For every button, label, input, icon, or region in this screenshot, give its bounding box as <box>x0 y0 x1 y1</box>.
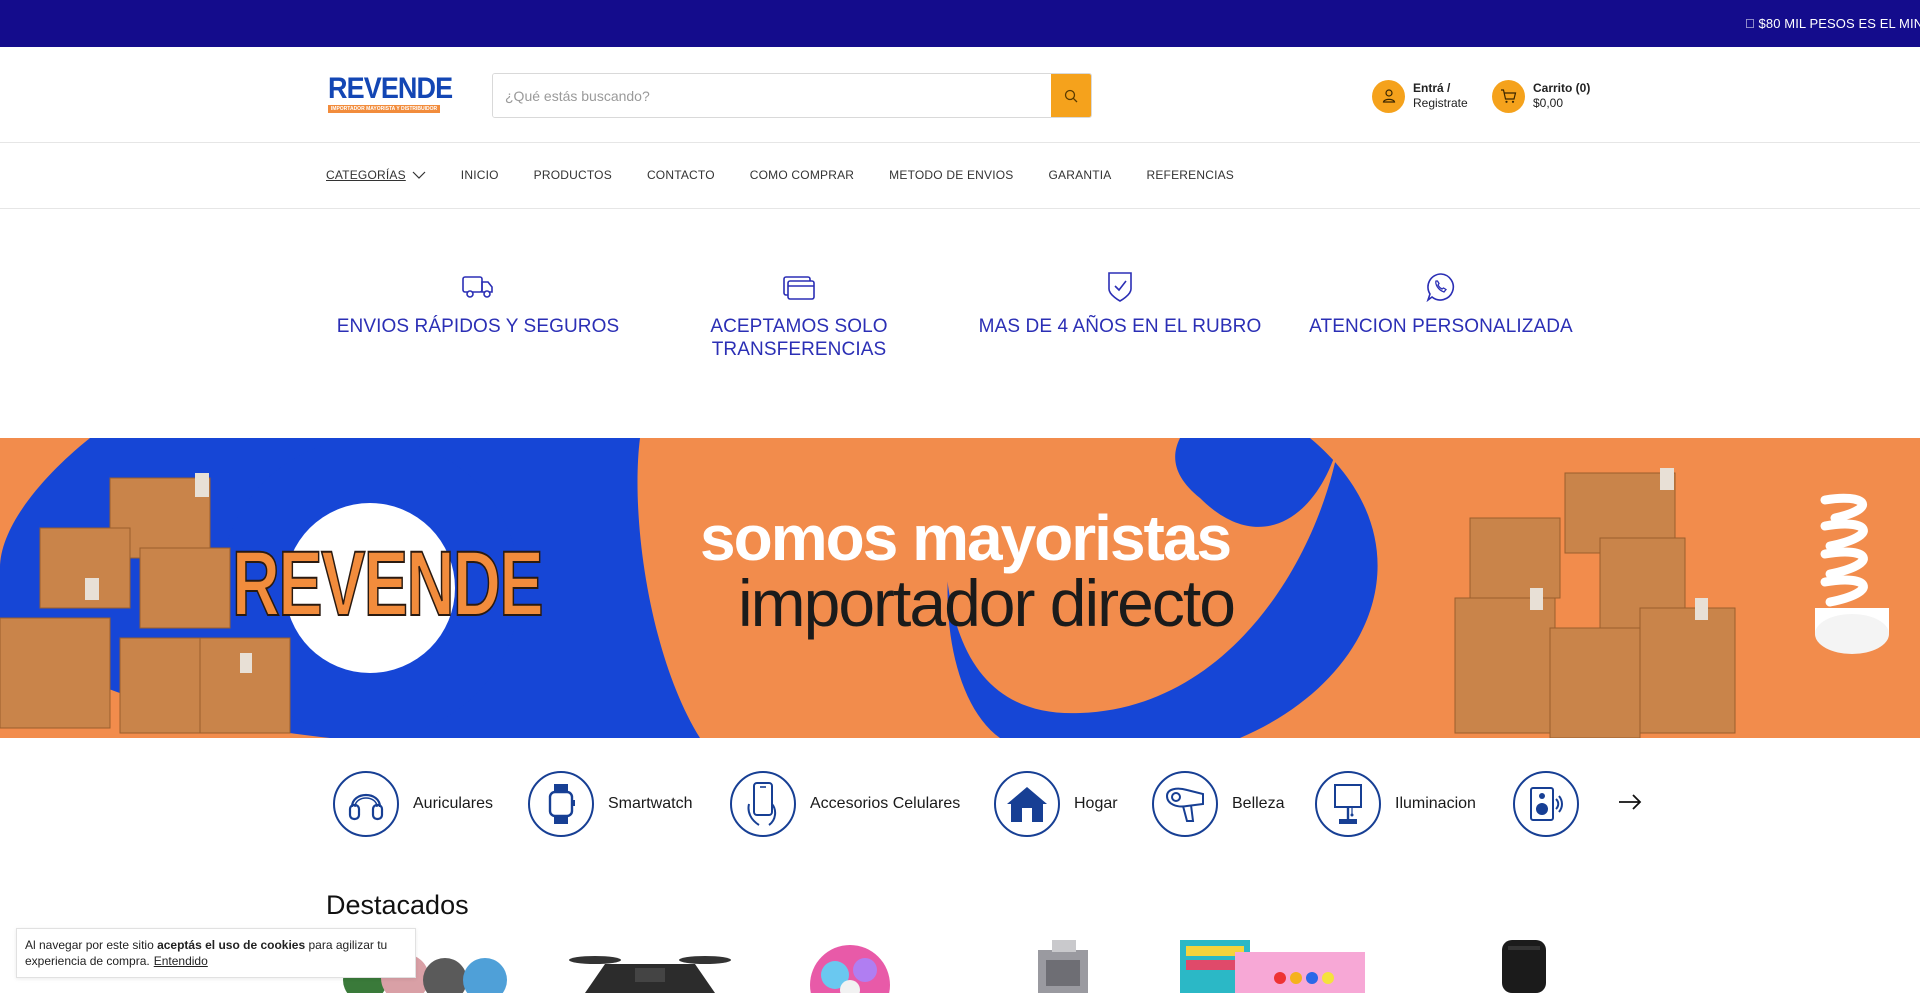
speaker-icon <box>1530 787 1563 821</box>
feature-title: ACEPTAMOS SOLO TRANSFERENCIAS <box>710 316 888 360</box>
product-image-speaker[interactable] <box>1500 940 1550 993</box>
category-hogar[interactable]: Hogar <box>994 771 1118 837</box>
feature-transferencias: ACEPTAMOS SOLO TRANSFERENCIAS <box>649 271 949 361</box>
shield-check-icon <box>1108 272 1132 302</box>
product-image-disco-ball[interactable] <box>795 940 905 993</box>
feature-envios: ENVIOS RÁPIDOS Y SEGUROS <box>328 271 628 338</box>
logo-wordmark: REVENDE <box>328 72 453 105</box>
banner-subheadline: importador directo <box>738 566 1236 640</box>
smartwatch-icon <box>548 784 575 824</box>
banner-headline: somos mayoristas <box>700 502 1232 574</box>
cookie-accept-link[interactable]: Entendido <box>154 954 208 968</box>
banner-brand: REVENDE <box>231 533 544 635</box>
headphones-icon <box>348 793 384 821</box>
site-header: REVENDE IMPORTADOR MAYORISTA Y DISTRIBUI… <box>0 47 1920 143</box>
logo-tagline: IMPORTADOR MAYORISTA Y DISTRIBUIDOR <box>328 105 440 113</box>
account-register-label: Registrate <box>1413 96 1468 110</box>
cart-total: $0,00 <box>1533 96 1564 110</box>
phone-hand-icon <box>747 782 777 826</box>
account-link[interactable]: Entrá / Registrate <box>1372 79 1468 113</box>
search-input[interactable] <box>493 74 1053 117</box>
lamp-icon <box>1334 784 1362 824</box>
feature-title: ATENCION PERSONALIZADA <box>1309 316 1573 337</box>
nav-inicio[interactable]: INICIO <box>461 168 499 182</box>
hero-banner[interactable]: REVENDE somos mayoristas importador dire… <box>0 438 1920 738</box>
site-logo[interactable]: REVENDE IMPORTADOR MAYORISTA Y DISTRIBUI… <box>328 72 453 113</box>
category-accesorios-celulares[interactable]: Accesorios Celulares <box>730 771 960 837</box>
search-bar <box>492 73 1092 118</box>
account-login-label: Entrá / <box>1413 81 1451 95</box>
feature-atencion: ATENCION PERSONALIZADA <box>1291 271 1591 338</box>
category-label: Belleza <box>1232 795 1285 812</box>
category-audio[interactable] <box>1513 771 1593 837</box>
cart-count-label: Carrito (0) <box>1533 81 1591 95</box>
user-icon <box>1372 79 1405 113</box>
truck-icon <box>462 276 493 298</box>
featured-title: Destacados <box>326 890 469 920</box>
category-label: Auriculares <box>413 795 494 812</box>
hairdryer-icon <box>1165 787 1204 822</box>
category-label: Hogar <box>1074 795 1118 812</box>
arrow-right-icon[interactable] <box>1616 788 1644 816</box>
category-carousel: Auriculares Smartwatch Accesorios Celula… <box>0 738 1920 868</box>
feature-title: MAS DE 4 AÑOS EN EL RUBRO <box>978 316 1262 337</box>
category-auriculares[interactable]: Auriculares <box>333 771 493 837</box>
nav-garantia[interactable]: GARANTIA <box>1049 168 1112 182</box>
product-image-drone[interactable] <box>565 940 735 993</box>
cart-link[interactable]: Carrito (0) $0,00 <box>1492 79 1590 113</box>
announcement-bar:   $80 MIL PESOS ES EL MINIMO <box>0 0 1920 47</box>
cookie-notice: Al navegar por este sitio aceptás el uso… <box>16 928 416 978</box>
product-image-perfume[interactable] <box>1034 940 1094 993</box>
main-nav: CATEGORÍAS INICIO PRODUCTOS CONTACTO COM… <box>0 143 1920 209</box>
nav-contacto[interactable]: CONTACTO <box>647 168 715 182</box>
whatsapp-icon <box>1426 273 1455 302</box>
credit-card-icon <box>783 276 815 300</box>
features-section: ENVIOS RÁPIDOS Y SEGUROS ACEPTAMOS SOLO … <box>0 209 1920 438</box>
announcement-text:   $80 MIL PESOS ES EL MINIMO <box>1745 16 1920 31</box>
category-smartwatch[interactable]: Smartwatch <box>528 771 692 837</box>
search-button[interactable] <box>1051 74 1091 117</box>
cart-icon <box>1492 79 1525 113</box>
nav-productos[interactable]: PRODUCTOS <box>534 168 612 182</box>
feature-title: ENVIOS RÁPIDOS Y SEGUROS <box>336 316 620 337</box>
chevron-down-icon <box>412 171 426 179</box>
nav-como-comprar[interactable]: COMO COMPRAR <box>750 168 854 182</box>
search-icon <box>1064 89 1078 102</box>
house-icon <box>1007 787 1047 822</box>
product-image-art-set[interactable] <box>1180 940 1370 993</box>
cookie-text-prefix: Al navegar por este sitio <box>25 938 158 952</box>
nav-categories[interactable]: CATEGORÍAS <box>326 168 426 182</box>
category-label: Accesorios Celulares <box>810 795 961 812</box>
nav-referencias[interactable]: REFERENCIAS <box>1146 168 1234 182</box>
nav-metodo-envios[interactable]: METODO DE ENVIOS <box>889 168 1013 182</box>
category-iluminacion[interactable]: Iluminacion <box>1315 771 1476 837</box>
cookie-text-bold: aceptás el uso de cookies <box>157 938 306 952</box>
category-belleza[interactable]: Belleza <box>1152 771 1284 837</box>
category-label: Iluminacion <box>1395 795 1476 812</box>
feature-experiencia: MAS DE 4 AÑOS EN EL RUBRO <box>970 271 1270 338</box>
category-label: Smartwatch <box>608 795 693 812</box>
